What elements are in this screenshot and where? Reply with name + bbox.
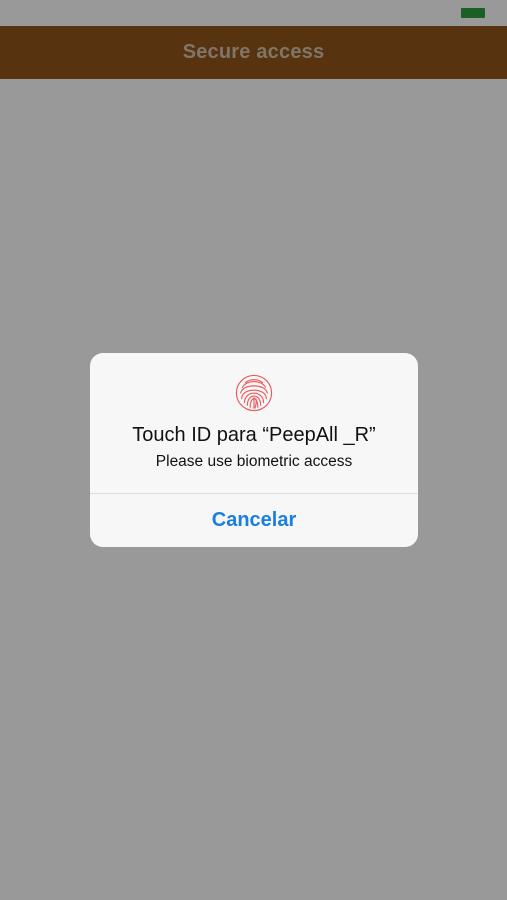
cancel-button[interactable]: Cancelar (90, 494, 418, 547)
alert-title: Touch ID para “PeepAll _R” (132, 424, 376, 446)
screen: Secure access Touch ID para “PeepAll _R”… (0, 0, 507, 900)
alert-message: Please use biometric access (155, 453, 353, 470)
touch-id-alert: Touch ID para “PeepAll _R” Please use bi… (90, 353, 418, 547)
fingerprint-icon (235, 374, 273, 412)
